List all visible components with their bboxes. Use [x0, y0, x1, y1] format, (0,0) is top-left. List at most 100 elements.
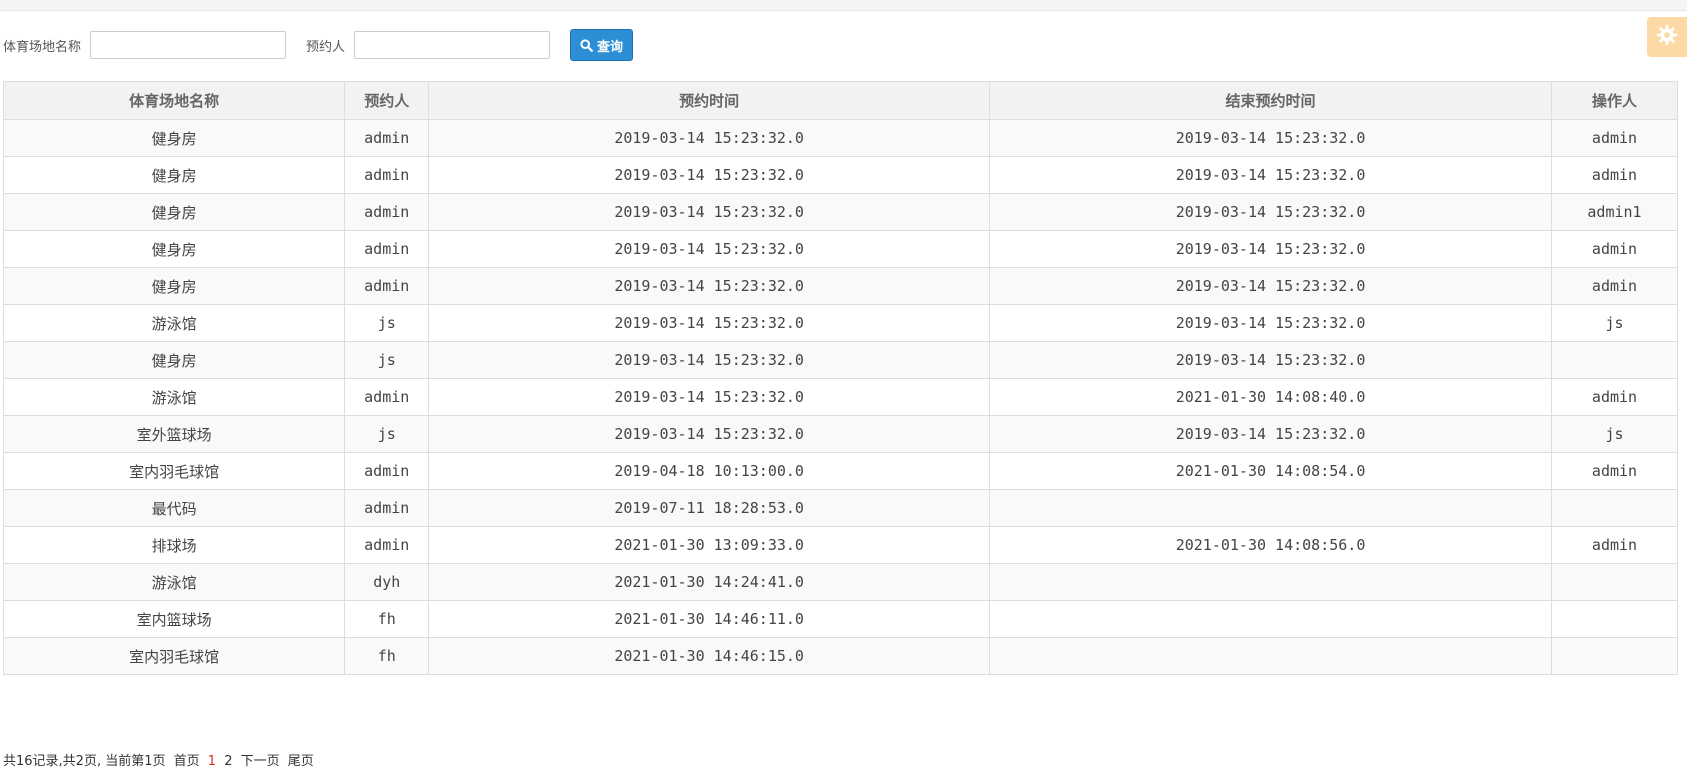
booking-time-cell: 2019-07-11 18:28:53.0: [428, 489, 991, 527]
end-time-cell: 2019-03-14 15:23:32.0: [989, 341, 1553, 379]
operator-cell: js: [1551, 304, 1678, 342]
operator-cell: [1551, 600, 1678, 638]
operator-cell: [1551, 341, 1678, 379]
end-time-cell: 2021-01-30 14:08:40.0: [989, 378, 1553, 416]
venue-name-cell: 排球场: [2, 526, 346, 564]
booking-time-cell: 2021-01-30 14:46:15.0: [428, 637, 991, 675]
booker-cell: fh: [344, 637, 430, 675]
venue-name-cell: 游泳馆: [2, 304, 346, 342]
venue-name-cell: 室外篮球场: [2, 415, 346, 453]
booking-time-cell: 2019-03-14 15:23:32.0: [428, 193, 991, 231]
header-venue-name: 体育场地名称: [2, 81, 346, 120]
venue-name-cell: 健身房: [2, 267, 346, 305]
end-time-cell: 2021-01-30 14:08:56.0: [989, 526, 1553, 564]
venue-name-label: 体育场地名称: [3, 39, 82, 55]
top-bar: [0, 0, 1687, 11]
table-row: 排球场 admin 2021-01-30 13:09:33.0 2021-01-…: [2, 526, 1678, 564]
header-booker: 预约人: [344, 81, 430, 120]
reservation-table: 体育场地名称 预约人 预约时间 结束预约时间 操作人 健身房 admin 201…: [2, 81, 1678, 675]
operator-cell: admin: [1551, 267, 1678, 305]
booker-cell: admin: [344, 119, 430, 157]
table-row: 健身房 js 2019-03-14 15:23:32.0 2019-03-14 …: [2, 341, 1678, 379]
operator-cell: admin: [1551, 230, 1678, 268]
operator-cell: admin: [1551, 452, 1678, 490]
operator-cell: js: [1551, 415, 1678, 453]
booking-time-cell: 2019-03-14 15:23:32.0: [428, 378, 991, 416]
venue-name-cell: 健身房: [2, 341, 346, 379]
page-1-link[interactable]: 1: [208, 754, 216, 769]
table-row: 健身房 admin 2019-03-14 15:23:32.0 2019-03-…: [2, 119, 1678, 157]
end-time-cell: 2019-03-14 15:23:32.0: [989, 267, 1553, 305]
operator-cell: admin: [1551, 119, 1678, 157]
venue-name-cell: 健身房: [2, 193, 346, 231]
end-time-cell: 2019-03-14 15:23:32.0: [989, 415, 1553, 453]
end-time-cell: 2019-03-14 15:23:32.0: [989, 193, 1553, 231]
venue-name-input[interactable]: [90, 31, 287, 59]
end-time-cell: [989, 637, 1553, 675]
search-icon: [580, 38, 593, 52]
venue-name-cell: 最代码: [2, 489, 346, 527]
table-row: 游泳馆 dyh 2021-01-30 14:24:41.0: [2, 563, 1678, 601]
booker-input[interactable]: [354, 31, 551, 59]
booker-cell: js: [344, 341, 430, 379]
pagination: 共16记录,共2页, 当前第1页 首页 1 2 下一页 尾页: [3, 750, 318, 769]
booking-time-cell: 2021-01-30 14:24:41.0: [428, 563, 991, 601]
booking-time-cell: 2019-03-14 15:23:32.0: [428, 230, 991, 268]
table-row: 健身房 admin 2019-03-14 15:23:32.0 2019-03-…: [2, 156, 1678, 194]
operator-cell: [1551, 489, 1678, 527]
booker-cell: admin: [344, 452, 430, 490]
header-end-time: 结束预约时间: [989, 81, 1553, 120]
header-booking-time: 预约时间: [428, 81, 991, 120]
table-row: 室内羽毛球馆 admin 2019-04-18 10:13:00.0 2021-…: [2, 452, 1678, 490]
booking-time-cell: 2021-01-30 14:46:11.0: [428, 600, 991, 638]
table-row: 健身房 admin 2019-03-14 15:23:32.0 2019-03-…: [2, 267, 1678, 305]
table-header-row: 体育场地名称 预约人 预约时间 结束预约时间 操作人: [2, 81, 1678, 120]
table-row: 游泳馆 admin 2019-03-14 15:23:32.0 2021-01-…: [2, 378, 1678, 416]
table-row: 健身房 admin 2019-03-14 15:23:32.0 2019-03-…: [2, 193, 1678, 231]
operator-cell: admin1: [1551, 193, 1678, 231]
search-bar: 体育场地名称 预约人 查询: [0, 28, 634, 62]
venue-name-cell: 室内羽毛球馆: [2, 637, 346, 675]
end-time-cell: [989, 600, 1553, 638]
venue-name-cell: 健身房: [2, 230, 346, 268]
first-page-link[interactable]: 首页: [174, 754, 200, 769]
booker-cell: admin: [344, 378, 430, 416]
venue-name-cell: 健身房: [2, 119, 346, 157]
end-time-cell: [989, 489, 1553, 527]
end-time-cell: 2019-03-14 15:23:32.0: [989, 119, 1553, 157]
booker-label: 预约人: [306, 39, 346, 55]
booking-time-cell: 2019-03-14 15:23:32.0: [428, 415, 991, 453]
booking-time-cell: 2019-03-14 15:23:32.0: [428, 267, 991, 305]
operator-cell: admin: [1551, 156, 1678, 194]
end-time-cell: 2021-01-30 14:08:54.0: [989, 452, 1553, 490]
booker-cell: fh: [344, 600, 430, 638]
query-button[interactable]: 查询: [570, 29, 634, 61]
booker-cell: js: [344, 415, 430, 453]
settings-button[interactable]: [1647, 17, 1687, 57]
venue-name-cell: 室内羽毛球馆: [2, 452, 346, 490]
booker-cell: js: [344, 304, 430, 342]
venue-name-cell: 游泳馆: [2, 563, 346, 601]
header-operator: 操作人: [1551, 81, 1678, 120]
booker-cell: admin: [344, 267, 430, 305]
next-page-link[interactable]: 下一页: [241, 754, 280, 769]
venue-name-cell: 游泳馆: [2, 378, 346, 416]
booking-time-cell: 2019-03-14 15:23:32.0: [428, 156, 991, 194]
booker-cell: admin: [344, 489, 430, 527]
booker-cell: admin: [344, 156, 430, 194]
venue-name-cell: 健身房: [2, 156, 346, 194]
last-page-link[interactable]: 尾页: [288, 754, 314, 769]
booker-cell: admin: [344, 230, 430, 268]
table-row: 游泳馆 js 2019-03-14 15:23:32.0 2019-03-14 …: [2, 304, 1678, 342]
table-row: 健身房 admin 2019-03-14 15:23:32.0 2019-03-…: [2, 230, 1678, 268]
page-2-link[interactable]: 2: [224, 754, 232, 769]
operator-cell: admin: [1551, 378, 1678, 416]
booker-cell: dyh: [344, 563, 430, 601]
pagination-summary: 共16记录,共2页, 当前第1页: [3, 754, 166, 769]
booking-time-cell: 2019-03-14 15:23:32.0: [428, 304, 991, 342]
end-time-cell: [989, 563, 1553, 601]
booking-time-cell: 2019-03-14 15:23:32.0: [428, 341, 991, 379]
operator-cell: [1551, 563, 1678, 601]
table-row: 室外篮球场 js 2019-03-14 15:23:32.0 2019-03-1…: [2, 415, 1678, 453]
table-row: 室内篮球场 fh 2021-01-30 14:46:11.0: [2, 600, 1678, 638]
